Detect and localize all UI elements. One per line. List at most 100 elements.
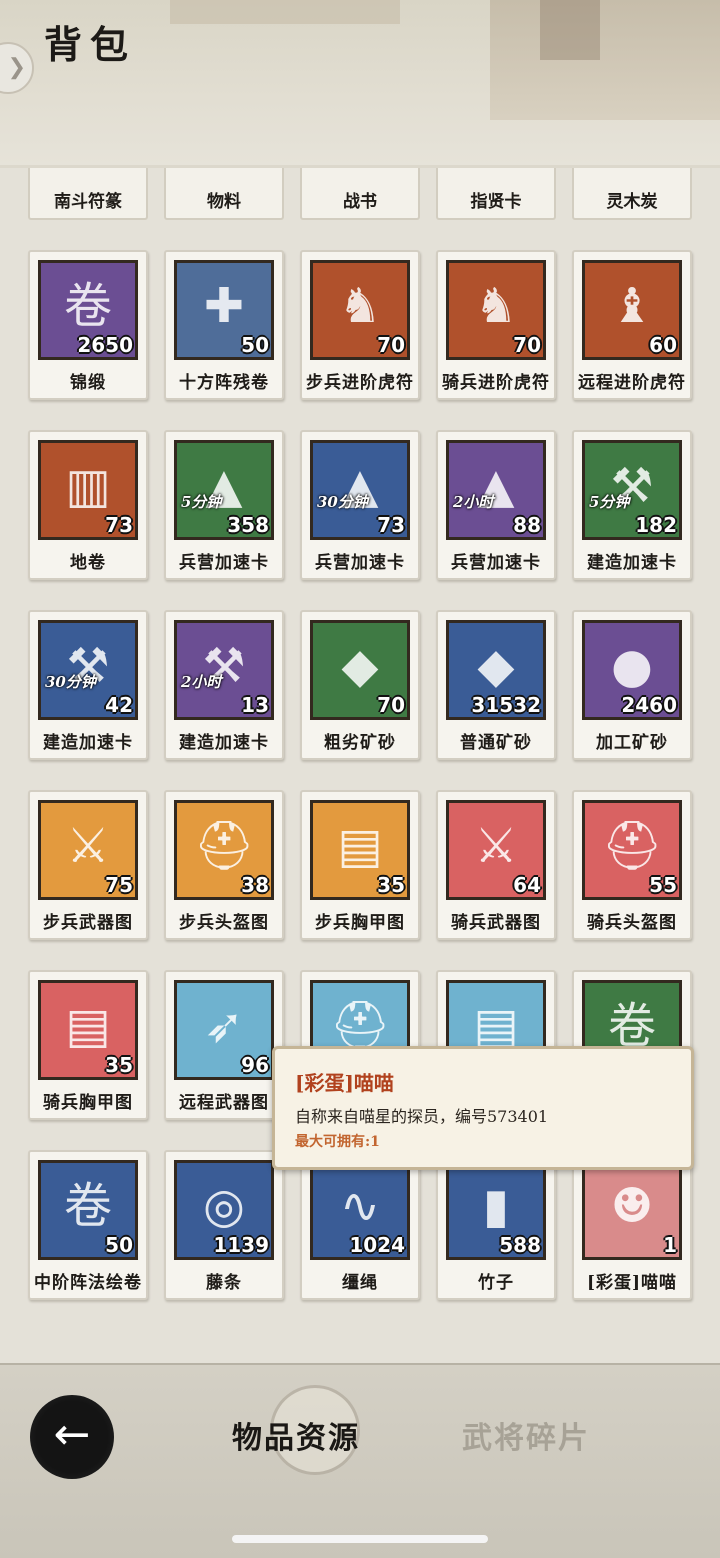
item-card[interactable]: ⚔ 64 骑兵武器图 xyxy=(436,790,556,940)
item-thumbnail: ☻ 1 xyxy=(582,1160,682,1260)
item-thumbnail: ⚒ 30分钟 42 xyxy=(38,620,138,720)
item-thumbnail: ● 2460 xyxy=(582,620,682,720)
header-banner: ❯ 背包 xyxy=(0,0,720,165)
item-name: 骑兵胸甲图 xyxy=(43,1093,133,1113)
page-title: 背包 xyxy=(44,22,137,67)
item-card[interactable]: ⛑ 55 骑兵头盔图 xyxy=(572,790,692,940)
item-card[interactable]: ☻ 1 [彩蛋]喵喵 xyxy=(572,1150,692,1300)
item-count: 588 xyxy=(499,1233,541,1257)
item-card[interactable]: 灵木炭 xyxy=(572,168,692,220)
home-indicator[interactable] xyxy=(232,1535,488,1543)
item-name: 兵营加速卡 xyxy=(451,553,541,573)
item-name: 普通矿砂 xyxy=(460,733,532,753)
tab-items[interactable]: 物品资源 xyxy=(232,1413,360,1457)
item-thumbnail: ✚ 50 xyxy=(174,260,274,360)
item-card[interactable]: ▲ 30分钟 73 兵营加速卡 xyxy=(300,430,420,580)
item-name: 锦缎 xyxy=(70,373,106,393)
item-name: 战书 xyxy=(343,192,377,212)
item-count: 35 xyxy=(105,1053,133,1077)
item-card[interactable]: 指贤卡 xyxy=(436,168,556,220)
item-count: 64 xyxy=(513,873,541,897)
item-name: 建造加速卡 xyxy=(43,733,133,753)
item-card[interactable]: ▤ 35 骑兵胸甲图 xyxy=(28,970,148,1120)
item-card[interactable]: ♝ 60 远程进阶虎符 xyxy=(572,250,692,400)
item-thumbnail: ⚔ 64 xyxy=(446,800,546,900)
item-count: 13 xyxy=(241,693,269,717)
item-name: 灵木炭 xyxy=(606,192,658,212)
item-name: 物料 xyxy=(207,192,241,212)
item-card[interactable]: ➶ 96 远程武器图 xyxy=(164,970,284,1120)
item-thumbnail: ⛑ 38 xyxy=(174,800,274,900)
item-count: 1 xyxy=(663,1233,677,1257)
tab-general-shards[interactable]: 武将碎片 xyxy=(462,1413,590,1457)
item-thumbnail: ▲ 5分钟 358 xyxy=(174,440,274,540)
item-name: 骑兵进阶虎符 xyxy=(442,373,550,393)
item-count: 96 xyxy=(241,1053,269,1077)
item-card[interactable]: ⚒ 30分钟 42 建造加速卡 xyxy=(28,610,148,760)
item-thumbnail: 卷 2650 xyxy=(38,260,138,360)
item-thumbnail: ∿ 1024 xyxy=(310,1160,410,1260)
item-card[interactable]: ⛑ 38 步兵头盔图 xyxy=(164,790,284,940)
item-count: 182 xyxy=(635,513,677,537)
duration-badge: 2小时 xyxy=(181,673,222,691)
item-thumbnail: ⚒ 5分钟 182 xyxy=(582,440,682,540)
item-name: 地卷 xyxy=(70,553,106,573)
item-card[interactable]: 卷 50 中阶阵法绘卷 xyxy=(28,1150,148,1300)
item-card[interactable]: 战书 xyxy=(300,168,420,220)
item-card[interactable]: ▲ 2小时 88 兵营加速卡 xyxy=(436,430,556,580)
item-name: 步兵头盔图 xyxy=(179,913,269,933)
item-card[interactable]: ♞ 70 步兵进阶虎符 xyxy=(300,250,420,400)
item-name: 步兵胸甲图 xyxy=(315,913,405,933)
item-card[interactable]: ● 2460 加工矿砂 xyxy=(572,610,692,760)
item-card[interactable]: ✚ 50 十方阵残卷 xyxy=(164,250,284,400)
item-count: 31532 xyxy=(471,693,541,717)
window-decoration xyxy=(540,0,600,60)
item-card[interactable]: ◆ 70 粗劣矿砂 xyxy=(300,610,420,760)
item-name: 竹子 xyxy=(478,1273,514,1293)
partial-row: 南斗符篆 物料 战书 指贤卡 灵木炭 xyxy=(0,168,720,222)
duration-badge: 2小时 xyxy=(453,493,494,511)
item-thumbnail: ♞ 70 xyxy=(310,260,410,360)
item-card[interactable]: ⚒ 5分钟 182 建造加速卡 xyxy=(572,430,692,580)
item-card[interactable]: ◆ 31532 普通矿砂 xyxy=(436,610,556,760)
back-arrow-icon[interactable]: ← xyxy=(30,1395,114,1479)
item-count: 70 xyxy=(377,333,405,357)
item-name: 加工矿砂 xyxy=(596,733,668,753)
item-card[interactable]: ▤ 35 步兵胸甲图 xyxy=(300,790,420,940)
item-thumbnail: ▲ 2小时 88 xyxy=(446,440,546,540)
item-card[interactable]: ▲ 5分钟 358 兵营加速卡 xyxy=(164,430,284,580)
item-card[interactable]: 卷 2650 锦缎 xyxy=(28,250,148,400)
item-thumbnail: 卷 50 xyxy=(38,1160,138,1260)
item-thumbnail: ▥ 73 xyxy=(38,440,138,540)
item-count: 2460 xyxy=(621,693,677,717)
item-thumbnail: ⛑ 55 xyxy=(582,800,682,900)
item-name: 远程武器图 xyxy=(179,1093,269,1113)
item-thumbnail: ⚔ 75 xyxy=(38,800,138,900)
item-card[interactable]: ◎ 1139 藤条 xyxy=(164,1150,284,1300)
duration-badge: 30分钟 xyxy=(317,493,368,511)
item-thumbnail: ♞ 70 xyxy=(446,260,546,360)
item-name: 十方阵残卷 xyxy=(179,373,269,393)
item-card[interactable]: 物料 xyxy=(164,168,284,220)
side-arrow-icon[interactable]: ❯ xyxy=(0,42,34,94)
item-name: 粗劣矿砂 xyxy=(324,733,396,753)
item-name: 骑兵武器图 xyxy=(451,913,541,933)
item-count: 358 xyxy=(227,513,269,537)
item-card[interactable]: ∿ 1024 缰绳 xyxy=(300,1150,420,1300)
item-name: 建造加速卡 xyxy=(587,553,677,573)
item-count: 75 xyxy=(105,873,133,897)
item-card[interactable]: ▮ 588 竹子 xyxy=(436,1150,556,1300)
item-thumbnail: ▤ 35 xyxy=(310,800,410,900)
item-card[interactable]: ▥ 73 地卷 xyxy=(28,430,148,580)
item-name: 指贤卡 xyxy=(470,192,522,212)
building-decoration xyxy=(490,0,720,120)
item-thumbnail: ◆ 31532 xyxy=(446,620,546,720)
item-card[interactable]: 南斗符篆 xyxy=(28,168,148,220)
item-card[interactable]: ⚔ 75 步兵武器图 xyxy=(28,790,148,940)
item-card[interactable]: ⚒ 2小时 13 建造加速卡 xyxy=(164,610,284,760)
item-name: 南斗符篆 xyxy=(54,192,122,212)
item-name: 缰绳 xyxy=(342,1273,378,1293)
item-thumbnail: ♝ 60 xyxy=(582,260,682,360)
item-thumbnail: ◆ 70 xyxy=(310,620,410,720)
item-card[interactable]: ♞ 70 骑兵进阶虎符 xyxy=(436,250,556,400)
